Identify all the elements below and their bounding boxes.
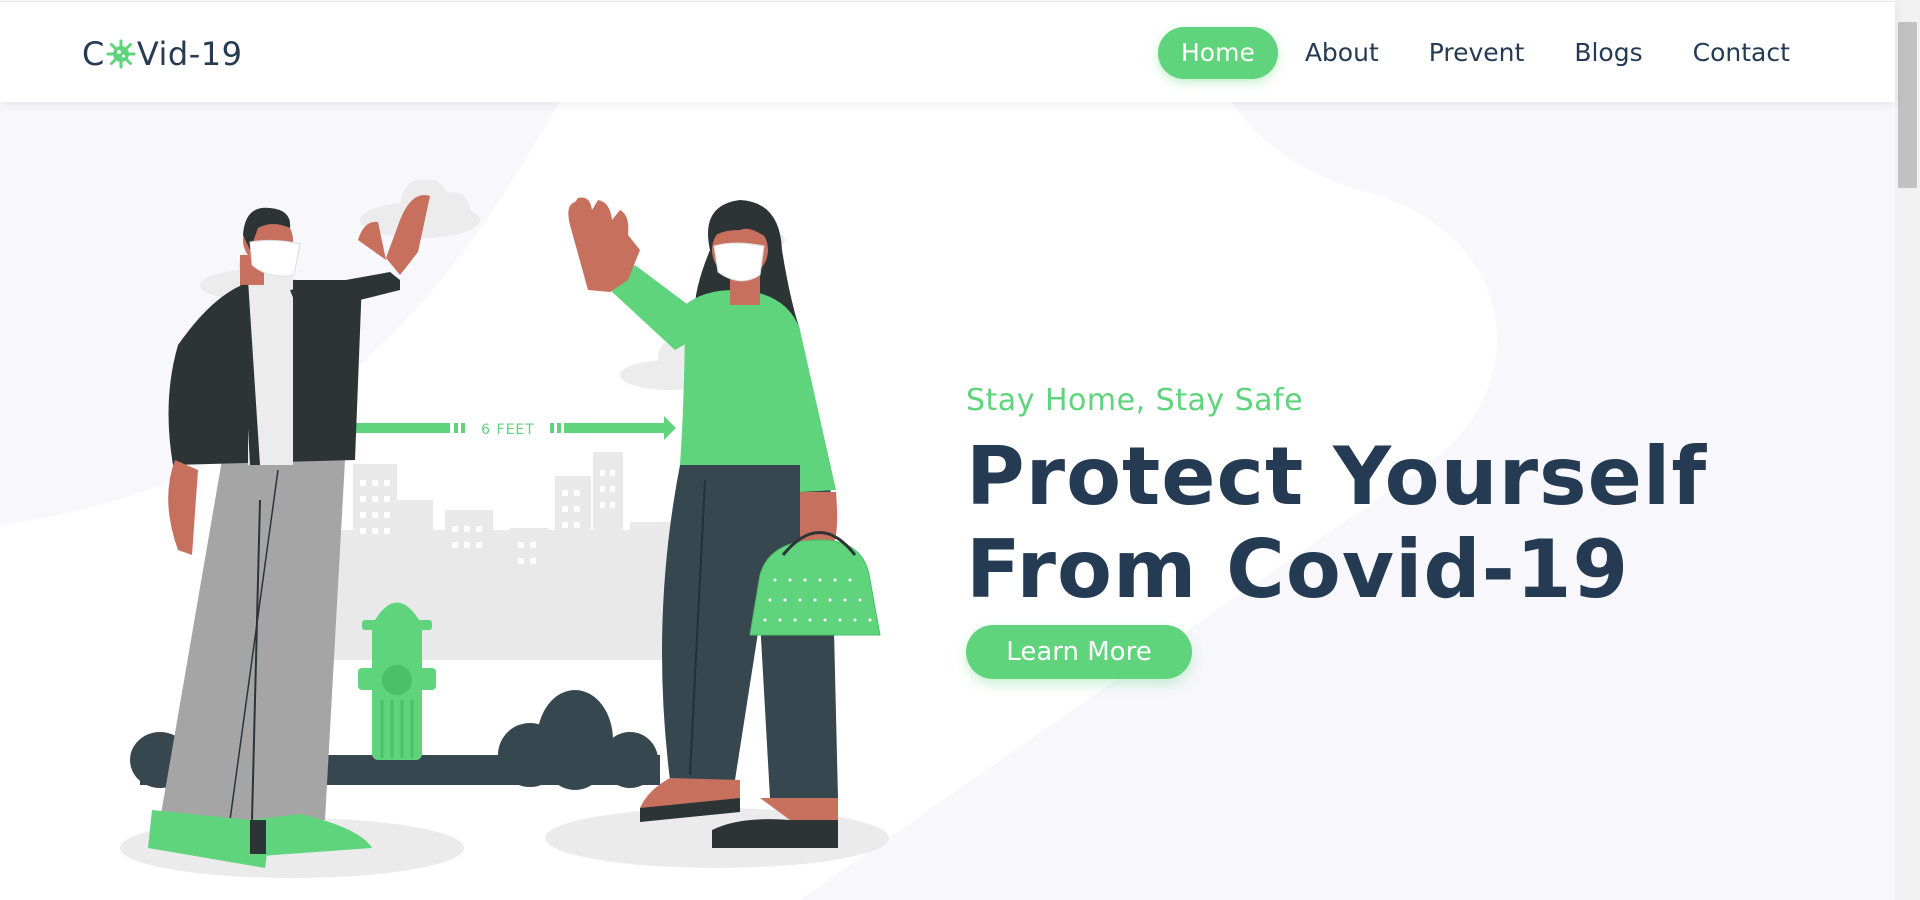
logo[interactable]: C Vid-19: [82, 35, 243, 73]
nav-home[interactable]: Home: [1158, 27, 1278, 79]
distance-label: 6 FEET: [481, 422, 535, 438]
social-distancing-illustration: 6 FEET: [120, 180, 889, 878]
learn-more-button[interactable]: Learn More: [966, 625, 1192, 679]
fire-hydrant-icon: [358, 602, 436, 760]
logo-text-end: Vid-19: [136, 35, 243, 73]
headline-line-2: From Covid-19: [966, 523, 1630, 616]
scrollbar-thumb[interactable]: [1898, 22, 1917, 188]
nav-contact[interactable]: Contact: [1670, 27, 1813, 79]
main-nav: Home About Prevent Blogs Contact: [1158, 27, 1817, 79]
hero-subtitle: Stay Home, Stay Safe: [966, 383, 1304, 418]
nav-blogs[interactable]: Blogs: [1551, 27, 1665, 79]
logo-text-start: C: [82, 35, 105, 73]
site-header: C Vid-19 Home About Prevent Blogs Contac…: [0, 1, 1895, 102]
nav-prevent[interactable]: Prevent: [1406, 27, 1548, 79]
virus-icon: [106, 39, 136, 69]
hero-headline: Protect Yourself From Covid-19: [966, 430, 1707, 616]
headline-line-1: Protect Yourself: [966, 430, 1708, 523]
nav-about[interactable]: About: [1282, 27, 1402, 79]
